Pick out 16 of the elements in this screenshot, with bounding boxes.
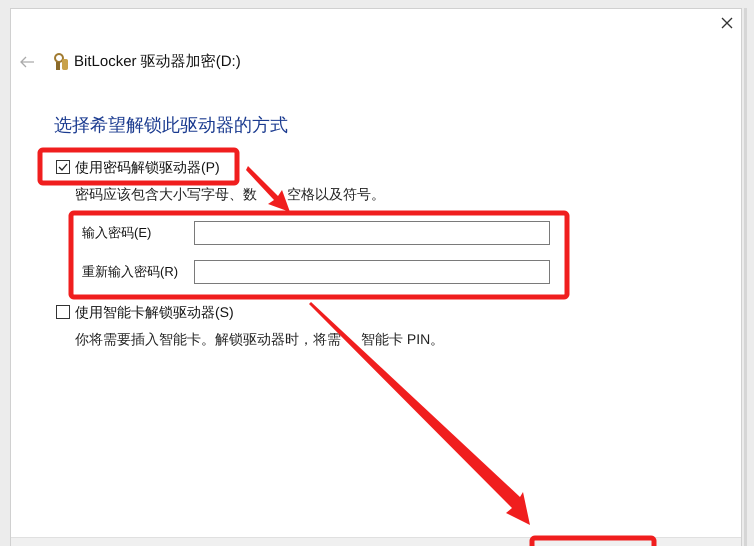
- page-heading: 选择希望解锁此驱动器的方式: [54, 114, 289, 136]
- field-label: 输入密码(E): [82, 224, 152, 242]
- option-description: 智能卡 PIN。: [361, 330, 444, 348]
- checkbox[interactable]: [56, 305, 70, 319]
- password-field[interactable]: [194, 260, 550, 284]
- option-description: 你将需要插入智能卡。解锁驱动器时，将需: [75, 330, 341, 348]
- field-label: 重新输入密码(R): [82, 262, 180, 281]
- option-description: 空格以及符号。: [287, 184, 385, 204]
- password-field[interactable]: [194, 220, 550, 244]
- checkbox-label[interactable]: 使用密码解锁驱动器(P): [75, 156, 220, 178]
- drive-key-icon: [53, 52, 71, 72]
- checkbox-label[interactable]: 使用智能卡解锁驱动器(S): [75, 302, 234, 322]
- close-icon[interactable]: [721, 17, 733, 29]
- window-title: BitLocker 驱动器加密(D:): [74, 52, 241, 72]
- checkbox[interactable]: [56, 160, 70, 174]
- option-description: 密码应该包含大小写字母、数: [75, 184, 257, 204]
